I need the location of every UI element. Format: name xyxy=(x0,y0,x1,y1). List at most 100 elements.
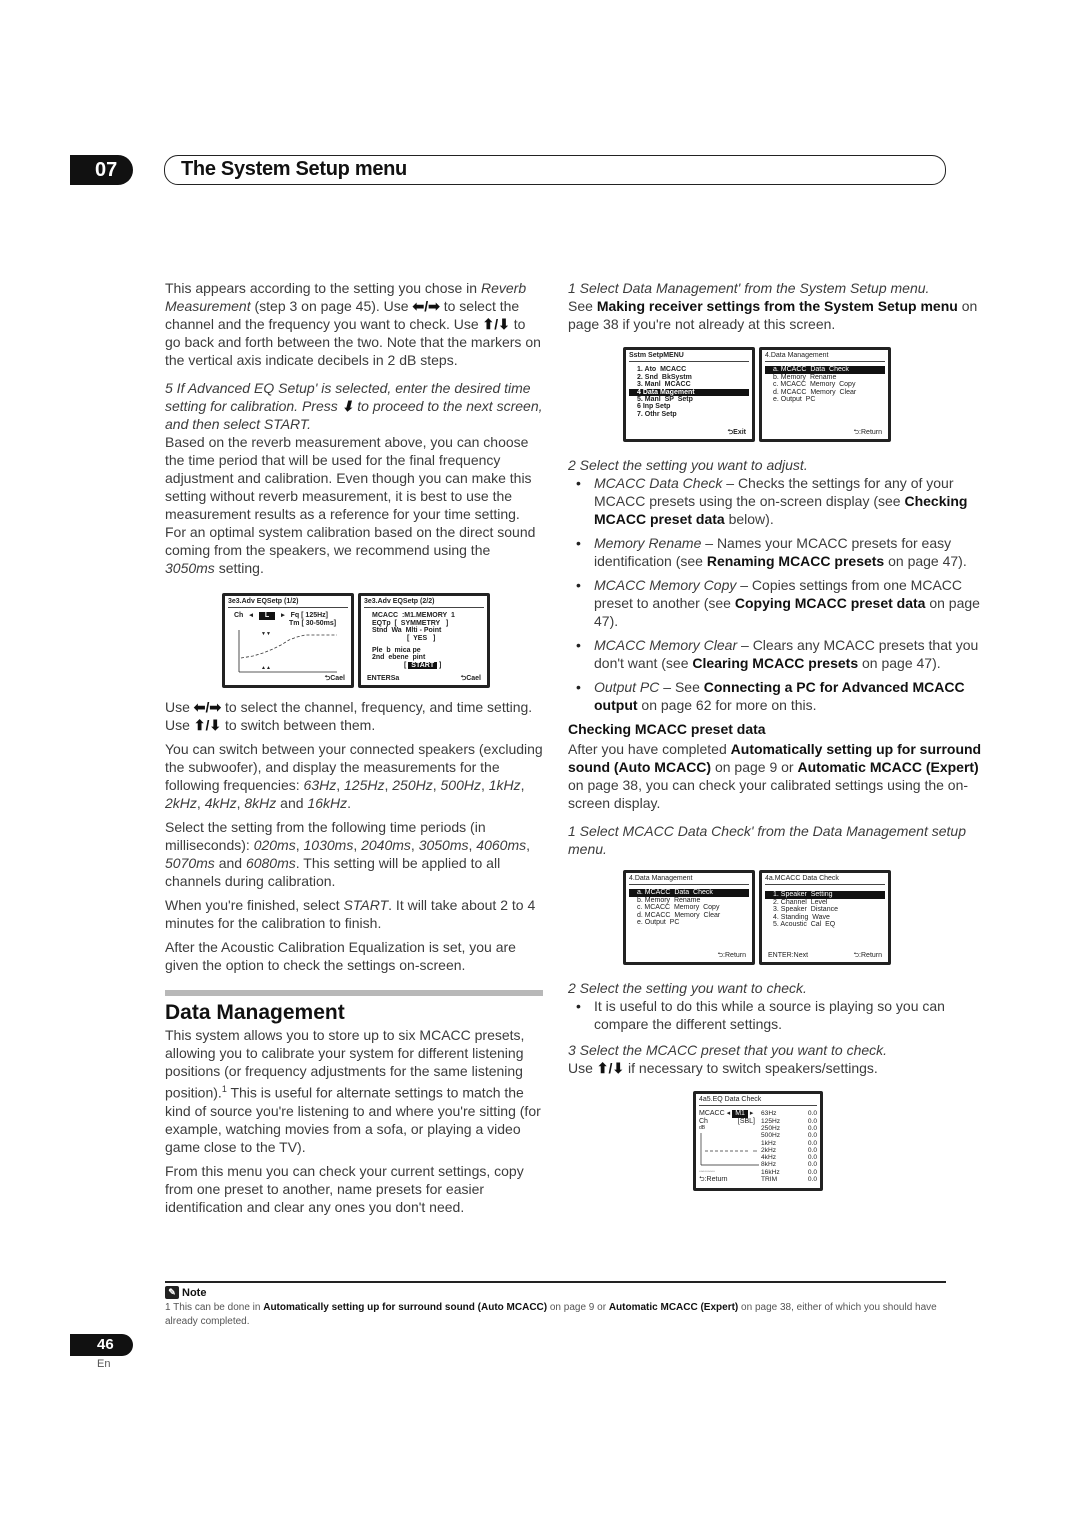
chapter-number: 07 xyxy=(70,155,133,185)
step-1b: 1 Select MCACC Data Check' from the Data… xyxy=(568,823,966,857)
paragraph-switch-speakers: Use ⬆/⬇ if necessary to switch speakers/… xyxy=(568,1060,878,1076)
menu-item[interactable]: 3. Speaker Distance xyxy=(765,906,885,913)
paragraph-reverb-intro: This appears according to the setting yo… xyxy=(165,280,541,368)
cancel-label: ⮌Cael xyxy=(324,674,345,682)
list-item: Output PC – See Connecting a PC for Adva… xyxy=(576,678,983,714)
list-item: It is useful to do this while a source i… xyxy=(576,997,983,1033)
menu-item[interactable]: b. Memory Rename xyxy=(765,374,885,381)
data-management-options: MCACC Data Check – Checks the settings f… xyxy=(576,474,983,714)
subsection-title: Checking MCACC preset data xyxy=(568,721,766,737)
up-down-arrow-icon: ⬆/⬇ xyxy=(482,316,510,332)
paragraph-acoustic-cal: After the Acoustic Calibration Equalizat… xyxy=(165,939,516,973)
page-number: 46 xyxy=(70,1334,133,1356)
menu-item-selected[interactable]: 1. Speaker Setting xyxy=(765,891,885,899)
preset-value[interactable]: M1 xyxy=(732,1110,748,1118)
menu-item-selected[interactable]: a. MCACC Data Check xyxy=(629,889,749,897)
link[interactable]: Copying MCACC preset data xyxy=(735,595,926,611)
start-button[interactable]: START xyxy=(408,661,438,669)
preset-left-arrow-icon: ◂ xyxy=(726,1110,731,1118)
osd-mcacc-data-check: 4a.MCACC Data Check 1. Speaker Setting 2… xyxy=(759,870,891,965)
menu-item[interactable]: 6 Inp Setp xyxy=(629,403,749,410)
menu-item-selected[interactable]: a. MCACC Data Check xyxy=(765,366,885,374)
menu-item[interactable]: 5. Acoustic Cal EQ xyxy=(765,921,885,928)
paragraph-frequencies: You can switch between your connected sp… xyxy=(165,741,543,811)
menu-item[interactable]: 2. Channel Level xyxy=(765,899,885,906)
section-title-data-management: Data Management xyxy=(165,1001,345,1024)
exit-label: ⮌Exit xyxy=(727,428,746,436)
link-auto-mcacc[interactable]: Automatically setting up for surround so… xyxy=(263,1302,547,1313)
menu-item[interactable]: 1. Ato MCACC xyxy=(629,366,749,373)
paragraph-see-settings: See Making receiver settings from the Sy… xyxy=(568,298,978,332)
menu-item[interactable]: d. MCACC Memory Clear xyxy=(629,912,749,919)
step-2b: 2 Select the setting you want to check. xyxy=(568,980,807,996)
paragraph-after-completed: After you have completed Automatically s… xyxy=(568,741,982,811)
paragraph-presets: This system allows you to store up to si… xyxy=(165,1027,541,1155)
menu-item[interactable]: 4. Standing Wave xyxy=(765,914,885,921)
menu-item[interactable]: 5. Manl SP Setp xyxy=(629,396,749,403)
channel-left-arrow-icon: ◂ xyxy=(249,612,253,620)
menu-item-selected[interactable]: 4 Data Magement xyxy=(629,388,749,397)
osd-data-management: 4.Data Management a. MCACC Data Check b.… xyxy=(759,347,891,442)
menu-item[interactable]: e. Output PC xyxy=(765,396,885,403)
osd-system-setup-menu: Sstm SetpMENU 1. Ato MCACC 2. Snd BkSyst… xyxy=(623,347,755,442)
channel-value[interactable]: [SBL] xyxy=(738,1118,755,1125)
menu-item[interactable]: e. Output PC xyxy=(629,919,749,926)
step-3: 3 Select the MCACC preset that you want … xyxy=(568,1042,888,1058)
left-right-arrow-icon: ⬅/➡ xyxy=(193,699,222,715)
osd-data-management-2: 4.Data Management a. MCACC Data Check b.… xyxy=(623,870,755,965)
pencil-icon: ✎ xyxy=(165,1286,179,1299)
up-down-arrow-icon: ⬆/⬇ xyxy=(596,1060,625,1076)
section-divider xyxy=(165,990,543,996)
system-setup-screens: Sstm SetpMENU 1. Ato MCACC 2. Snd BkSyst… xyxy=(623,347,983,442)
footnote-text: 1 This can be done in Automatically sett… xyxy=(165,1302,937,1327)
link[interactable]: Renaming MCACC presets xyxy=(707,553,884,569)
up-down-arrow-icon: ⬆/⬇ xyxy=(193,717,222,733)
osd-adv-eq-setup-1: 3e3.Adv EQSetp (1/2) Ch ◂ L ▸ Fq [ 125Hz… xyxy=(222,593,354,688)
return-label: ⮌:Return xyxy=(699,1176,728,1184)
list-item: MCACC Memory Clear – Clears any MCACC pr… xyxy=(576,636,983,672)
step-1: 1 Select Data Management' from the Syste… xyxy=(568,280,930,296)
menu-item[interactable]: c. MCACC Memory Copy xyxy=(765,381,885,388)
note-title: Note xyxy=(182,1286,207,1299)
marker-top-icon: ▼▼ xyxy=(261,631,271,637)
menu-item[interactable]: 2. Snd BkSystm xyxy=(629,374,749,381)
eq-values-table: 63Hz 0.0 125Hz 0.0 250Hz 0.0 500Hz 0.0 1kHz 0… xyxy=(761,1110,817,1184)
marker-bottom-icon: ▲▲ xyxy=(261,665,271,671)
step-5: 5 If Advanced EQ Setup' is selected, ent… xyxy=(165,380,543,432)
adv-eq-setup-screens: 3e3.Adv EQSetp (1/2) Ch ◂ L ▸ Fq [ 125Hz… xyxy=(222,593,543,688)
left-right-arrow-icon: ⬅/➡ xyxy=(412,298,440,314)
data-check-screens: 4.Data Management a. MCACC Data Check b.… xyxy=(623,870,983,965)
menu-item[interactable]: 3. Manl MCACC xyxy=(629,381,749,388)
link-mcacc-expert[interactable]: Automatic MCACC (Expert) xyxy=(609,1302,738,1313)
channel-right-arrow-icon: ▸ xyxy=(281,612,285,620)
osd-adv-eq-setup-2: 3e3.Adv EQSetp (2/2) MCACC :M1.MEMORY 1 … xyxy=(358,593,490,688)
chapter-title-bar: The System Setup menu xyxy=(164,155,946,185)
link[interactable]: Clearing MCACC presets xyxy=(692,655,858,671)
menu-item[interactable]: 7. Othr Setp xyxy=(629,411,749,418)
menu-item[interactable]: b. Memory Rename xyxy=(629,897,749,904)
list-item: Memory Rename – Names your MCACC presets… xyxy=(576,534,983,570)
list-item: MCACC Memory Copy – Copies settings from… xyxy=(576,576,983,630)
down-arrow-icon: ⬇ xyxy=(341,398,354,414)
chapter-title: The System Setup menu xyxy=(181,158,407,180)
preset-right-arrow-icon: ▸ xyxy=(749,1110,754,1118)
channel-value: L xyxy=(258,612,276,620)
right-column: 1 Select Data Management' from the Syste… xyxy=(568,279,983,1191)
language-label: En xyxy=(97,1358,111,1370)
return-label: ⮌:Return xyxy=(853,428,882,436)
note-section: ✎ Note 1 This can be done in Automaticall… xyxy=(165,1281,946,1329)
paragraph-menu-usage: From this menu you can check your curren… xyxy=(165,1162,524,1215)
link-mcacc-expert[interactable]: Automatic MCACC (Expert) xyxy=(797,759,978,775)
list-item: MCACC Data Check – Checks the settings f… xyxy=(576,474,983,528)
paragraph-use-arrows: Use ⬅/➡ to select the channel, frequency… xyxy=(165,699,533,733)
menu-item[interactable]: c. MCACC Memory Copy xyxy=(629,904,749,911)
eq-graph xyxy=(700,1132,759,1165)
osd-eq-data-check: 4a5.EQ Data Check MCACC ◂ M1 ▸ Ch [SBL] dB ▫… xyxy=(693,1091,823,1191)
paragraph-time-period: Based on the reverb measurement above, y… xyxy=(165,434,536,576)
left-column: This appears according to the setting yo… xyxy=(165,279,543,1222)
link-making-receiver-settings[interactable]: Making receiver settings from the System… xyxy=(597,298,958,314)
step-2: 2 Select the setting you want to adjust. xyxy=(568,457,808,473)
menu-item[interactable]: d. MCACC Memory Clear xyxy=(765,389,885,396)
paragraph-time-periods: Select the setting from the following ti… xyxy=(165,819,530,889)
paragraph-finish: When you're finished, select START. It w… xyxy=(165,897,536,931)
